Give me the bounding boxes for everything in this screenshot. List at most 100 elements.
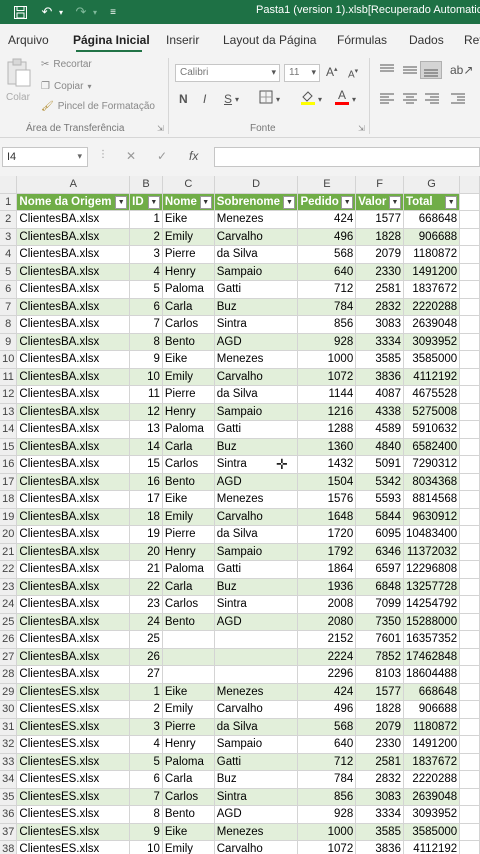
cell-valor[interactable]: 5091 (355, 455, 404, 474)
row-number[interactable]: 38 (0, 840, 18, 854)
cell-valor[interactable]: 3334 (355, 333, 404, 351)
row-number[interactable]: 28 (0, 665, 18, 684)
cell-valor[interactable]: 4338 (355, 403, 404, 421)
cell-id[interactable]: 22 (129, 578, 163, 596)
align-top-button[interactable] (379, 63, 395, 80)
row-number[interactable]: 8 (0, 315, 18, 334)
row-number[interactable]: 14 (0, 420, 18, 439)
cell-total[interactable]: 3093952 (403, 805, 461, 824)
cell-total[interactable]: 6582400 (403, 438, 461, 456)
cell-valor[interactable]: 6095 (355, 525, 404, 544)
cell-pedido[interactable]: 2152 (297, 630, 357, 649)
table-header-cell[interactable]: Total ▼ (403, 193, 461, 211)
empty-cell[interactable] (459, 665, 480, 684)
cell-sobrenome[interactable]: Gatti (214, 420, 299, 439)
cell-valor[interactable]: 7852 (355, 648, 404, 666)
cell-sobrenome[interactable]: Carvalho (214, 368, 299, 386)
cell-pedido[interactable]: 496 (297, 700, 357, 719)
cell-sobrenome[interactable]: Sampaio (214, 543, 299, 561)
cell-id[interactable]: 18 (129, 508, 163, 526)
cell-valor[interactable]: 7601 (355, 630, 404, 649)
row-number[interactable]: 30 (0, 700, 18, 719)
empty-cell[interactable] (459, 420, 480, 439)
cell-pedido[interactable]: 856 (297, 788, 357, 806)
cell-valor[interactable]: 6346 (355, 543, 404, 561)
cell-nome[interactable]: Bento (162, 473, 215, 491)
cell-nome[interactable]: Carlos (162, 595, 215, 614)
cell-total[interactable]: 13257728 (403, 578, 461, 596)
cell-id[interactable]: 21 (129, 560, 163, 579)
row-number[interactable]: 2 (0, 210, 18, 229)
cell-total[interactable]: 3585000 (403, 350, 461, 369)
cell-origin[interactable]: ClientesBA.xlsx (16, 560, 131, 579)
column-header[interactable]: D (214, 176, 299, 194)
cell-valor[interactable]: 4589 (355, 420, 404, 439)
cell-total[interactable]: 1837672 (403, 753, 461, 771)
cell-total[interactable]: 17462848 (403, 648, 461, 666)
cell-sobrenome[interactable] (214, 630, 299, 649)
cell-pedido[interactable]: 2008 (297, 595, 357, 614)
cell-origin[interactable]: ClientesBA.xlsx (16, 525, 131, 544)
column-header[interactable]: C (162, 176, 215, 194)
tab-formulas[interactable]: Fórmulas (337, 33, 387, 47)
cell-pedido[interactable]: 1792 (297, 543, 357, 561)
cell-pedido[interactable]: 1648 (297, 508, 357, 526)
cell-total[interactable]: 1180872 (403, 718, 461, 736)
cell-id[interactable]: 2 (129, 228, 163, 246)
cell-nome[interactable]: Pierre (162, 718, 215, 736)
cell-id[interactable]: 7 (129, 788, 163, 806)
cell-nome[interactable]: Henry (162, 543, 215, 561)
empty-cell[interactable] (459, 560, 480, 579)
filter-dropdown-icon[interactable]: ▼ (388, 195, 401, 209)
cell-valor[interactable]: 7350 (355, 613, 404, 631)
underline-dropdown-icon[interactable]: ▾ (235, 95, 239, 104)
cell-total[interactable]: 906688 (403, 228, 461, 246)
column-header[interactable]: B (129, 176, 163, 194)
cell-pedido[interactable]: 1072 (297, 840, 357, 854)
cell-origin[interactable]: ClientesES.xlsx (16, 683, 131, 701)
empty-cell[interactable] (459, 385, 480, 404)
orientation-button[interactable]: ab↗ (450, 63, 473, 77)
empty-cell[interactable] (459, 788, 480, 806)
cell-total[interactable]: 5910632 (403, 420, 461, 439)
paste-button[interactable]: Colar (4, 58, 34, 104)
empty-cell[interactable] (459, 508, 480, 526)
cell-id[interactable]: 12 (129, 403, 163, 421)
cell-origin[interactable]: ClientesBA.xlsx (16, 228, 131, 246)
cell-total[interactable]: 11372032 (403, 543, 461, 561)
cell-id[interactable]: 3 (129, 245, 163, 264)
cell-id[interactable]: 16 (129, 473, 163, 491)
cell-sobrenome[interactable]: Sampaio (214, 735, 299, 754)
column-header[interactable]: A (16, 176, 131, 194)
cell-nome[interactable]: Emily (162, 368, 215, 386)
align-left-button[interactable] (379, 92, 395, 109)
filter-dropdown-icon[interactable]: ▼ (199, 195, 212, 209)
fill-color-dropdown-icon[interactable]: ▾ (318, 95, 322, 104)
cell-nome[interactable]: Emily (162, 700, 215, 719)
cell-total[interactable]: 4675528 (403, 385, 461, 404)
cell-origin[interactable]: ClientesBA.xlsx (16, 455, 131, 474)
row-number[interactable]: 22 (0, 560, 18, 579)
cell-id[interactable]: 15 (129, 455, 163, 474)
cell-id[interactable]: 14 (129, 438, 163, 456)
table-header-cell[interactable]: ID ▼ (129, 193, 163, 211)
cell-total[interactable]: 1180872 (403, 245, 461, 264)
empty-cell[interactable] (459, 473, 480, 491)
cell-origin[interactable]: ClientesBA.xlsx (16, 315, 131, 334)
cell-pedido[interactable]: 2296 (297, 665, 357, 684)
cell-nome[interactable]: Carlos (162, 455, 215, 474)
name-box[interactable]: I4 ▾ (2, 147, 88, 167)
cell-id[interactable]: 11 (129, 385, 163, 404)
cell-origin[interactable]: ClientesES.xlsx (16, 735, 131, 754)
row-number[interactable]: 21 (0, 543, 18, 561)
cell-origin[interactable]: ClientesBA.xlsx (16, 280, 131, 299)
row-number[interactable]: 29 (0, 683, 18, 701)
cell-total[interactable]: 4112192 (403, 840, 461, 854)
cell-valor[interactable]: 3836 (355, 368, 404, 386)
tab-layout-da-pagina[interactable]: Layout da Página (223, 33, 316, 47)
cell-id[interactable]: 24 (129, 613, 163, 631)
empty-cell[interactable] (459, 350, 480, 369)
cell-sobrenome[interactable]: AGD (214, 333, 299, 351)
cell-origin[interactable]: ClientesES.xlsx (16, 840, 131, 854)
row-number[interactable]: 37 (0, 823, 18, 841)
